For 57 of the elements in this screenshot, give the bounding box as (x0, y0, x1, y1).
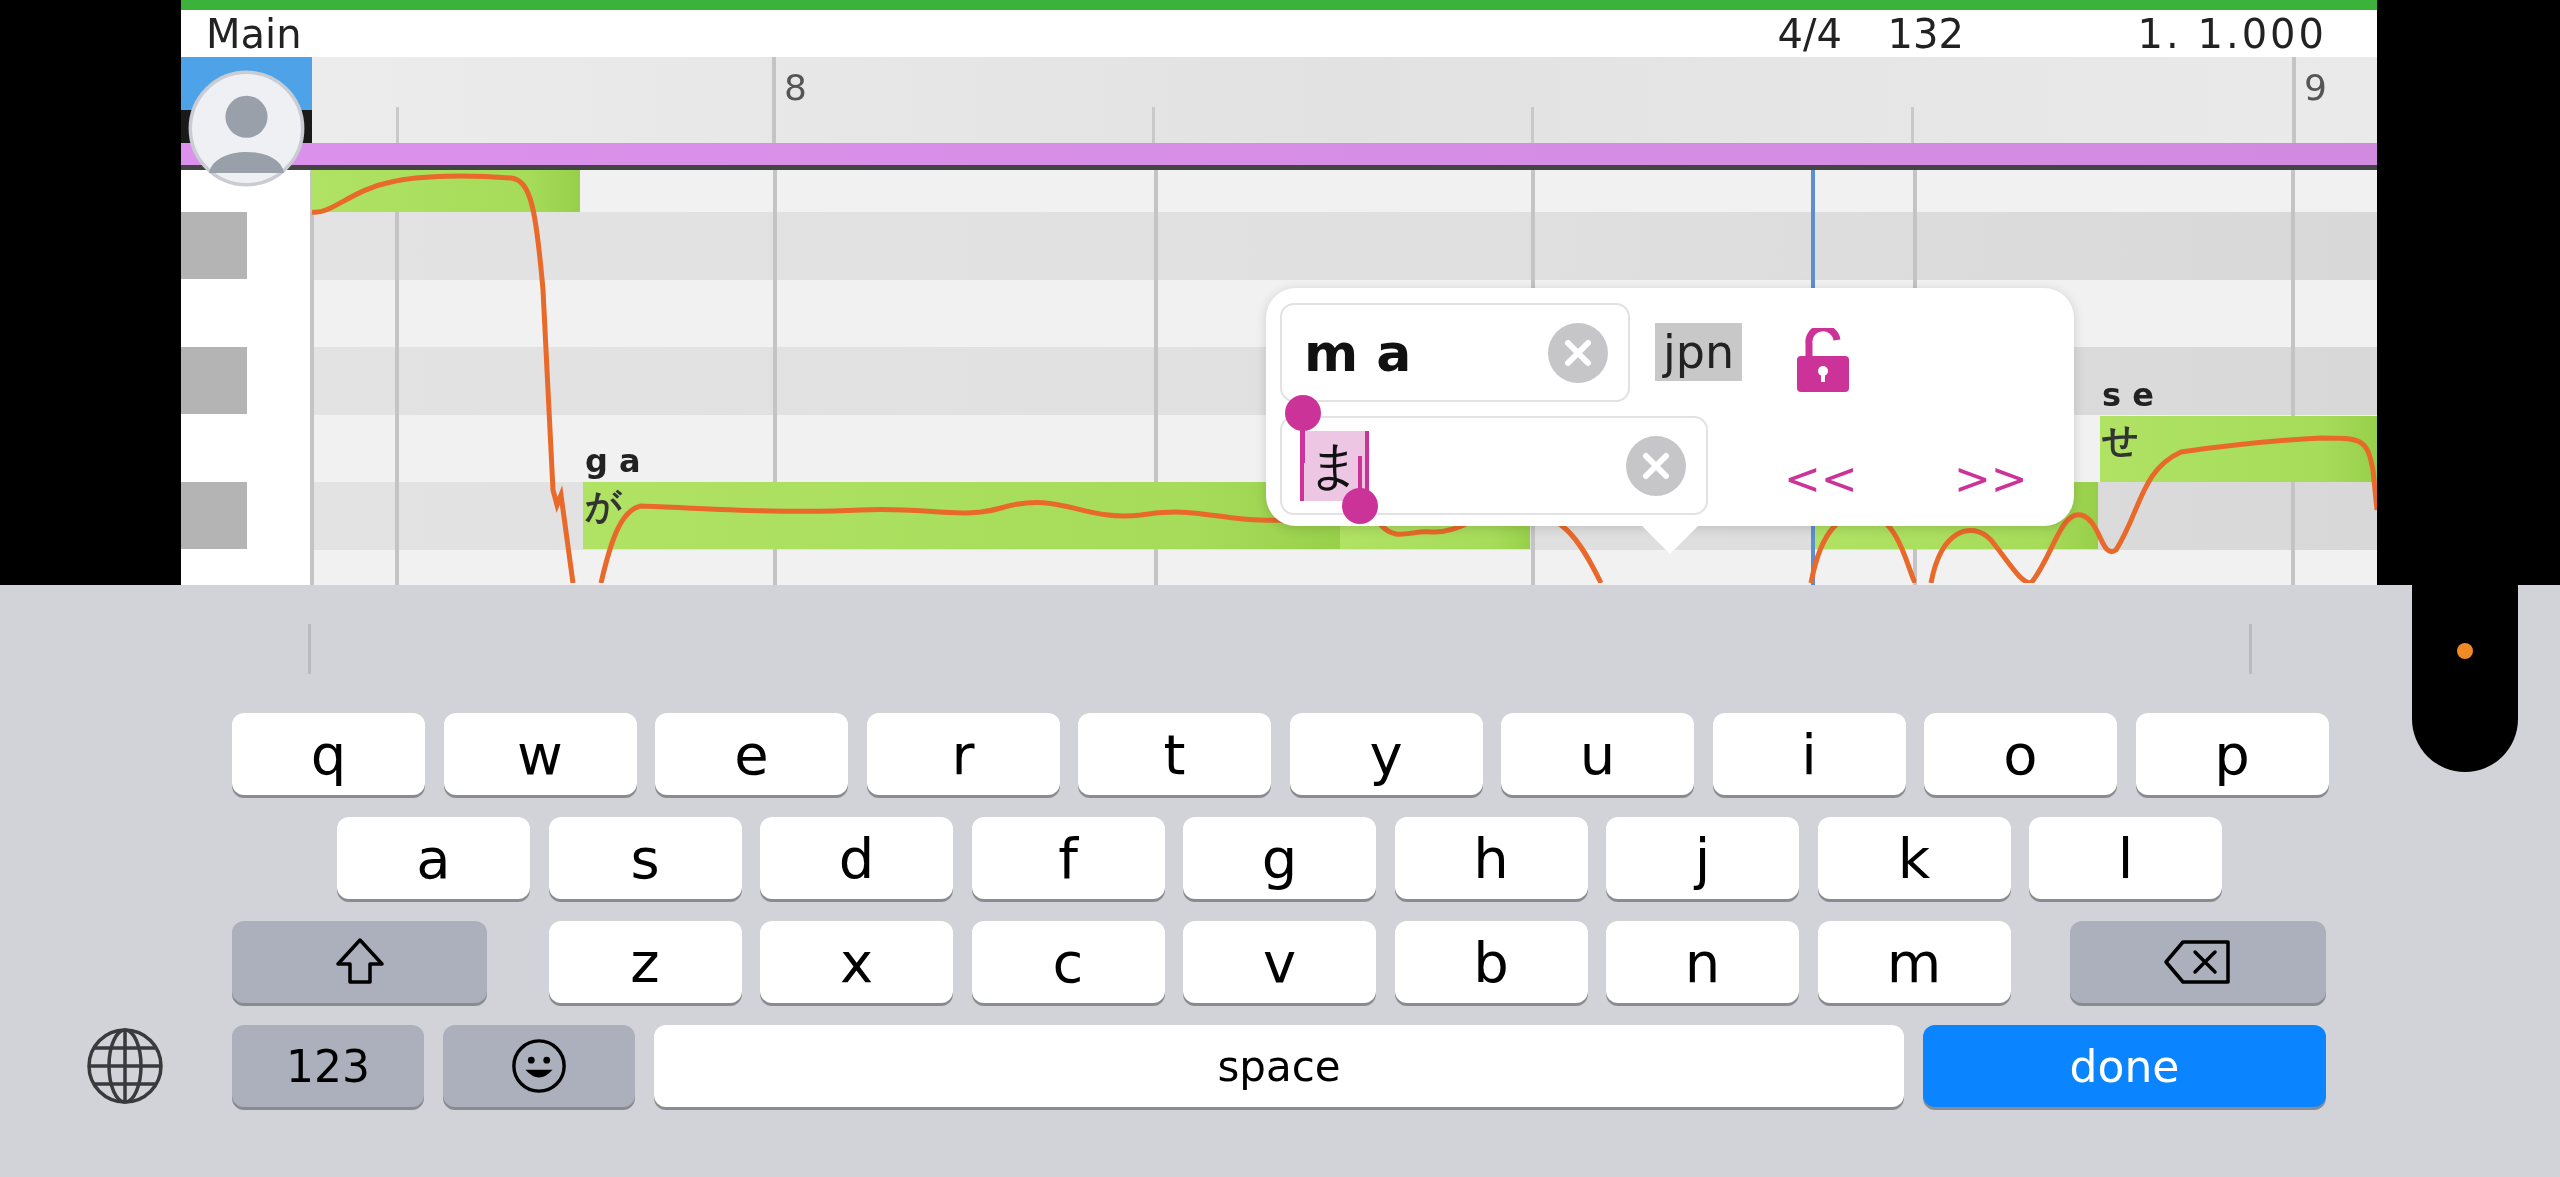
letter-key[interactable]: l (2029, 817, 2222, 899)
tempo: 132 (1887, 10, 1965, 57)
popup-pointer (1640, 526, 1700, 554)
letter-key[interactable]: z (548, 921, 742, 1003)
letter-key[interactable]: j (1606, 817, 1799, 899)
letter-key[interactable]: a (337, 817, 530, 899)
note-lyric: が (585, 484, 622, 528)
clear-icon[interactable] (1626, 435, 1686, 496)
measure-number: 8 (784, 67, 807, 108)
note-lyric: せ (2102, 418, 2139, 462)
clear-icon[interactable] (1548, 322, 1608, 383)
language-tag[interactable]: jpn (1655, 323, 1743, 381)
done-key[interactable]: done (1923, 1025, 2326, 1107)
playhead-position: 1. 1.000 (2137, 10, 2327, 57)
letter-key[interactable]: u (1501, 713, 1694, 795)
letter-key[interactable]: b (1394, 921, 1588, 1003)
letter-key[interactable]: f (971, 817, 1165, 899)
letter-key[interactable]: r (866, 713, 1060, 795)
shift-key[interactable] (232, 921, 487, 1003)
letter-key[interactable]: i (1712, 713, 1906, 795)
numbers-key[interactable]: 123 (232, 1025, 424, 1107)
note-phoneme: g a (585, 442, 641, 480)
emoji-key[interactable] (443, 1025, 635, 1107)
timeline-ruler[interactable]: 8 9 (312, 57, 2377, 143)
space-key[interactable]: space (654, 1025, 1904, 1107)
phoneme-field[interactable]: m a (1280, 303, 1630, 402)
letter-key[interactable]: v (1183, 921, 1376, 1003)
letter-key[interactable]: g (1183, 817, 1376, 899)
track-name: Main (206, 10, 303, 57)
letter-key[interactable]: n (1606, 921, 1799, 1003)
delete-icon (2163, 937, 2233, 987)
letter-key[interactable]: d (760, 817, 953, 899)
lock-icon[interactable] (1795, 328, 1851, 392)
delete-key[interactable] (2070, 921, 2326, 1003)
note-phoneme: s e (2102, 376, 2154, 414)
letter-key[interactable]: y (1289, 713, 1483, 795)
measure-number: 9 (2304, 67, 2327, 108)
letter-key[interactable]: w (443, 713, 637, 795)
letter-key[interactable]: m (1817, 921, 2011, 1003)
note[interactable] (2100, 416, 2377, 482)
lyric-field[interactable]: ま (1280, 416, 1708, 515)
letter-key[interactable]: x (760, 921, 953, 1003)
letter-key[interactable]: e (655, 713, 848, 795)
globe-icon[interactable] (85, 1026, 165, 1106)
letter-key[interactable]: o (1924, 713, 2117, 795)
letter-key[interactable]: s (548, 817, 742, 899)
piano-roll[interactable]: g a が s e せ m a jpn ま << >> (181, 170, 2377, 585)
letter-key[interactable]: k (1817, 817, 2011, 899)
next-note-button[interactable]: >> (1954, 453, 2028, 504)
letter-key[interactable]: p (2135, 713, 2329, 795)
letter-key[interactable]: h (1394, 817, 1588, 899)
previous-note-button[interactable]: << (1784, 453, 1858, 504)
emoji-icon (510, 1037, 568, 1095)
letter-key[interactable]: q (232, 713, 425, 795)
time-signature: 4/4 (1777, 10, 1843, 57)
letter-key[interactable]: c (971, 921, 1165, 1003)
letter-key[interactable]: t (1078, 713, 1271, 795)
